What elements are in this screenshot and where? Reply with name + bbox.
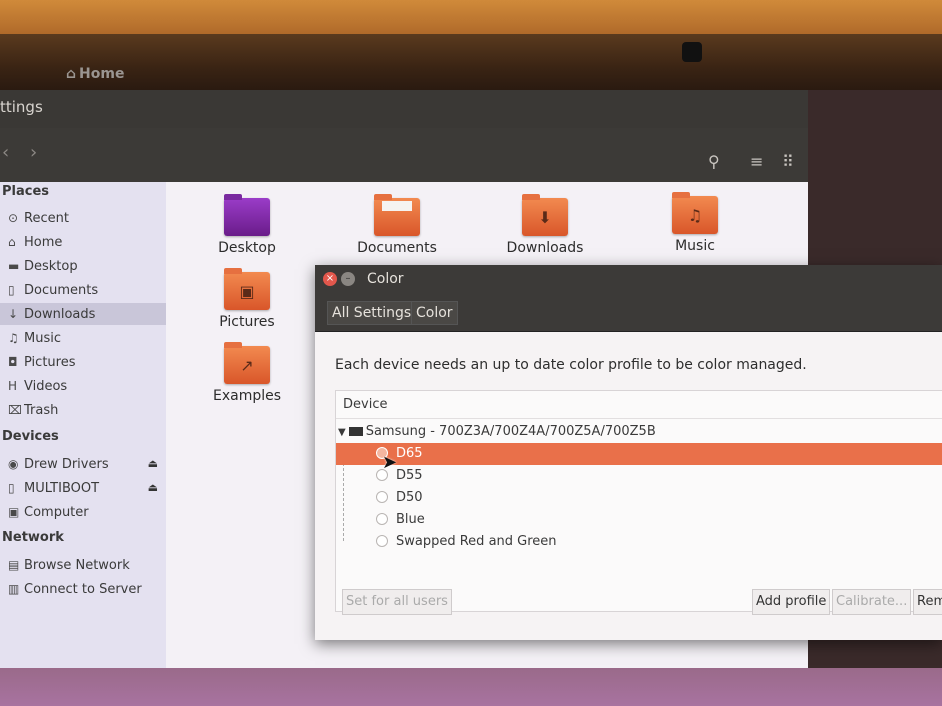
sidebar-item-trash[interactable]: ⌧ Trash <box>8 399 166 421</box>
examples-folder-icon: ↗ <box>224 342 270 384</box>
sidebar-item-videos[interactable]: H Videos <box>8 375 166 397</box>
breadcrumb-home[interactable]: ⌂ Home <box>66 66 124 82</box>
color-dialog: × – Color All Settings Color Each device… <box>315 265 942 640</box>
list-view-icon[interactable]: ≡ <box>750 152 763 171</box>
sidebar-item-computer[interactable]: ▣ Computer <box>8 501 166 523</box>
webcam <box>682 42 702 62</box>
computer-icon: ▣ <box>8 505 20 519</box>
sidebar-item-downloads[interactable]: ↓ Downloads <box>0 303 166 325</box>
settings-breadcrumb: All Settings Color <box>315 295 942 332</box>
eject-icon[interactable]: ⏏ <box>148 477 158 499</box>
desktop-folder-icon: ▬ <box>8 259 20 273</box>
usb-icon: ▯ <box>8 481 15 495</box>
home-icon: ⌂ <box>8 235 16 249</box>
color-breadcrumb-button[interactable]: Color <box>411 301 458 325</box>
profile-radio[interactable] <box>376 491 388 503</box>
sidebar-item-documents[interactable]: ▯ Documents <box>8 279 166 301</box>
sidebar-item-connect-to-server[interactable]: ▥ Connect to Server <box>8 578 166 600</box>
sidebar-item-multiboot[interactable]: ▯ MULTIBOOT ⏏ <box>8 477 166 499</box>
file-item-desktop[interactable]: Desktop <box>192 194 302 256</box>
file-item-music[interactable]: ♫ Music <box>640 192 750 254</box>
file-item-pictures[interactable]: ▣ Pictures <box>192 268 302 330</box>
profile-radio[interactable] <box>376 513 388 525</box>
laptop-bezel-top <box>0 0 942 34</box>
profile-row-d50[interactable]: D50 <box>336 487 942 509</box>
film-icon: H <box>8 379 18 393</box>
disc-icon: ◉ <box>8 457 19 471</box>
minimize-icon[interactable]: – <box>341 272 355 286</box>
sidebar-item-recent[interactable]: ⊙ Recent <box>8 207 166 229</box>
back-arrow-icon[interactable]: ‹ <box>2 142 9 163</box>
toolbar: ‹ › <box>0 128 808 183</box>
sidebar-section-devices: Devices <box>2 429 59 444</box>
monitor-icon <box>348 427 363 436</box>
downloads-folder-icon: ⬇ <box>522 194 568 236</box>
file-item-documents[interactable]: Documents <box>342 194 452 256</box>
profile-row-blue[interactable]: Blue <box>336 509 942 531</box>
sidebar-item-home[interactable]: ⌂ Home <box>8 231 166 253</box>
document-icon: ▯ <box>8 283 15 297</box>
all-settings-button[interactable]: All Settings <box>327 301 417 325</box>
device-list: Device ▼ Samsung - 700Z3A/700Z4A/700Z5A/7… <box>335 390 942 612</box>
window-title: ttings <box>0 98 43 116</box>
close-icon[interactable]: × <box>323 272 337 286</box>
home-icon: ⌂ <box>66 66 77 82</box>
profile-row-swapped-red-green[interactable]: Swapped Red and Green <box>336 531 942 553</box>
expander-triangle-icon[interactable]: ▼ <box>338 427 346 438</box>
forward-arrow-icon[interactable]: › <box>30 142 37 163</box>
search-icon[interactable]: ⚲ <box>708 152 720 171</box>
music-icon: ♫ <box>8 331 19 345</box>
eject-icon[interactable]: ⏏ <box>148 453 158 475</box>
pictures-folder-icon: ▣ <box>224 268 270 310</box>
profile-radio[interactable] <box>376 535 388 547</box>
sidebar-section-network: Network <box>2 530 64 545</box>
documents-folder-icon <box>374 194 420 236</box>
description-text: Each device needs an up to date color pr… <box>335 357 807 373</box>
profile-row-d65[interactable]: D65 <box>336 443 942 465</box>
laptop-bezel-bottom <box>0 668 942 706</box>
music-folder-icon: ♫ <box>672 192 718 234</box>
file-item-downloads[interactable]: ⬇ Downloads <box>490 194 600 256</box>
laptop-bezel <box>0 34 942 90</box>
sidebar-item-desktop[interactable]: ▬ Desktop <box>8 255 166 277</box>
add-profile-button[interactable]: Add profile <box>752 589 831 615</box>
set-for-all-users-button[interactable]: Set for all users <box>342 589 452 615</box>
sidebar-item-pictures[interactable]: ◘ Pictures <box>8 351 166 373</box>
desktop-folder-icon <box>224 194 270 236</box>
device-row[interactable]: ▼ Samsung - 700Z3A/700Z4A/700Z5A/700Z5B <box>336 421 942 443</box>
file-item-examples[interactable]: ↗ Examples <box>192 342 302 404</box>
clock-icon: ⊙ <box>8 211 19 225</box>
download-icon: ↓ <box>8 307 19 321</box>
remove-profile-button[interactable]: Rem <box>913 589 942 615</box>
trash-icon: ⌧ <box>8 403 22 417</box>
window-titlebar: ttings <box>0 90 808 128</box>
device-column-header: Device <box>336 391 942 419</box>
camera-icon: ◘ <box>8 355 18 369</box>
sidebar-item-browse-network[interactable]: ▤ Browse Network <box>8 554 166 576</box>
sidebar-item-music[interactable]: ♫ Music <box>8 327 166 349</box>
mouse-pointer-icon: ➤ <box>382 452 398 473</box>
server-icon: ▥ <box>8 582 20 596</box>
sidebar: Places ⊙ Recent ⌂ Home ▬ Desktop ▯ Documents… <box>0 182 166 670</box>
network-icon: ▤ <box>8 558 20 572</box>
grid-view-icon[interactable]: ⠿ <box>782 152 794 171</box>
dialog-titlebar: × – Color <box>315 265 942 295</box>
sidebar-item-drew-drivers[interactable]: ◉ Drew Drivers ⏏ <box>8 453 166 475</box>
profile-row-d55[interactable]: D55 <box>336 465 942 487</box>
calibrate-button[interactable]: Calibrate... <box>832 589 912 615</box>
dialog-title: Color <box>367 271 404 287</box>
sidebar-section-places: Places <box>2 184 50 199</box>
